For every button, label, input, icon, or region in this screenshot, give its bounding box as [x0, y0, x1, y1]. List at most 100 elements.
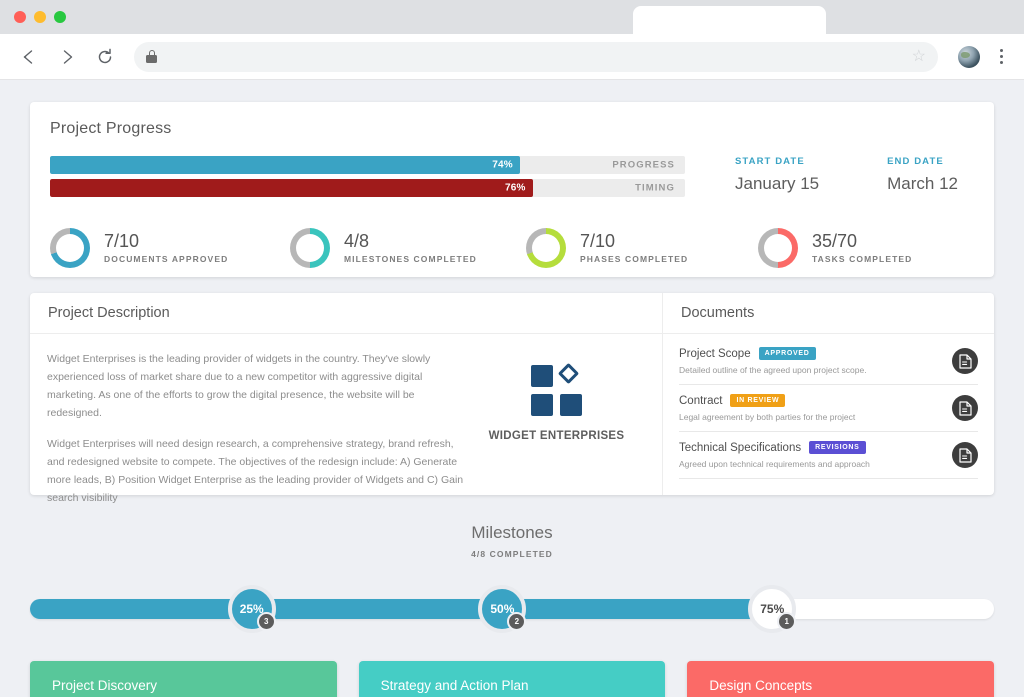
phases-completed-label: PHASES COMPLETED — [580, 254, 688, 264]
milestones-fill — [30, 599, 782, 619]
minimize-window-button[interactable] — [34, 11, 46, 23]
browser-tab[interactable] — [633, 6, 826, 34]
milestones-progress-bar: 25% 3 50% 2 75% 1 — [30, 585, 994, 639]
description-header: Project Description — [30, 293, 662, 334]
stat-documents-approved: 7/10 DOCUMENTS APPROVED — [50, 228, 290, 268]
reload-icon[interactable] — [88, 40, 122, 74]
document-icon[interactable] — [952, 348, 978, 374]
close-window-button[interactable] — [14, 11, 26, 23]
description-documents-card: Project Description Widget Enterprises i… — [30, 293, 994, 495]
document-description: Agreed upon technical requirements and a… — [679, 459, 952, 469]
kebab-menu-icon[interactable] — [990, 49, 1012, 64]
document-title: Project Scope — [679, 348, 751, 360]
timing-bar-row: 76% TIMING — [50, 179, 685, 197]
end-date-block: END DATE March 12 — [887, 156, 958, 202]
address-bar[interactable]: ☆ — [134, 42, 938, 72]
list-item[interactable]: Contract IN REVIEW Legal agreement by bo… — [679, 385, 978, 432]
description-paragraph: Widget Enterprises is the leading provid… — [47, 350, 467, 422]
browser-window: ☆ Project Progress 74% PROGRESS — [0, 0, 1024, 697]
phases-completed-value: 7/10 — [580, 232, 688, 251]
milestone-node-50[interactable]: 50% 2 — [478, 585, 526, 633]
documents-approved-ring — [50, 228, 90, 268]
timing-bar-fill: 76% — [50, 179, 533, 197]
project-description-panel: Project Description Widget Enterprises i… — [30, 293, 663, 495]
progress-bar-percent: 74% — [492, 160, 513, 171]
document-icon[interactable] — [952, 395, 978, 421]
milestone-node-75[interactable]: 75% 1 — [748, 585, 796, 633]
document-title: Contract — [679, 395, 722, 407]
description-text: Widget Enterprises is the leading provid… — [47, 350, 467, 507]
phase-card-design-concepts[interactable]: Design Concepts — [687, 661, 994, 697]
document-icon[interactable] — [952, 442, 978, 468]
timing-bar-label: TIMING — [635, 183, 675, 194]
tasks-completed-value: 35/70 — [812, 232, 912, 251]
star-icon[interactable]: ☆ — [912, 49, 926, 65]
phase-card-strategy-action-plan[interactable]: Strategy and Action Plan — [359, 661, 666, 697]
page-title: Project Progress — [50, 120, 974, 138]
list-item[interactable]: Project Scope APPROVED Detailed outline … — [679, 338, 978, 385]
timing-bar-percent: 76% — [505, 183, 526, 194]
back-arrow-icon[interactable] — [12, 40, 46, 74]
phase-label: Project Discovery — [52, 678, 157, 693]
lock-icon — [146, 50, 157, 63]
end-date-label: END DATE — [887, 156, 958, 167]
progress-bars: 74% PROGRESS 76% TIMING — [50, 156, 685, 202]
tasks-completed-label: TASKS COMPLETED — [812, 254, 912, 264]
stat-milestones-completed: 4/8 MILESTONES COMPLETED — [290, 228, 526, 268]
milestones-completed-ring — [290, 228, 330, 268]
progress-bar-label: PROGRESS — [612, 160, 675, 171]
project-progress-card: Project Progress 74% PROGRESS — [30, 102, 994, 277]
window-controls — [0, 11, 66, 23]
progress-bar-row: 74% PROGRESS — [50, 156, 685, 174]
phase-cards: Project Discovery Strategy and Action Pl… — [30, 661, 994, 697]
documents-panel: Documents Project Scope APPROVED Detaile… — [663, 293, 994, 495]
documents-list: Project Scope APPROVED Detailed outline … — [663, 334, 994, 479]
documents-title: Documents — [681, 305, 754, 321]
page-content: Project Progress 74% PROGRESS — [0, 80, 1024, 697]
progress-bar-fill: 74% — [50, 156, 520, 174]
milestones-subtitle: 4/8 COMPLETED — [0, 549, 1024, 559]
forward-arrow-icon[interactable] — [50, 40, 84, 74]
widget-enterprises-logo — [531, 365, 583, 417]
milestones-completed-label: MILESTONES COMPLETED — [344, 254, 477, 264]
company-name: WIDGET ENTERPRISES — [489, 430, 625, 442]
milestone-count-badge: 1 — [777, 612, 796, 631]
milestone-count-badge: 3 — [257, 612, 276, 631]
milestone-count-badge: 2 — [507, 612, 526, 631]
profile-avatar[interactable] — [958, 46, 980, 68]
status-badge: REVISIONS — [809, 441, 865, 454]
documents-approved-value: 7/10 — [104, 232, 228, 251]
milestones-completed-value: 4/8 — [344, 232, 477, 251]
stats-row: 7/10 DOCUMENTS APPROVED 4/8 MILESTONES C… — [50, 228, 974, 268]
stat-tasks-completed: 35/70 TASKS COMPLETED — [758, 228, 912, 268]
phase-label: Strategy and Action Plan — [381, 678, 529, 693]
maximize-window-button[interactable] — [54, 11, 66, 23]
milestones-title: Milestones — [0, 523, 1024, 543]
document-description: Detailed outline of the agreed upon proj… — [679, 365, 952, 375]
documents-approved-label: DOCUMENTS APPROVED — [104, 254, 228, 264]
milestones-header: Milestones 4/8 COMPLETED — [0, 523, 1024, 559]
status-badge: IN REVIEW — [730, 394, 785, 407]
description-paragraph: Widget Enterprises will need design rese… — [47, 435, 467, 507]
end-date-value: March 12 — [887, 174, 958, 194]
timing-bar-track: 76% TIMING — [50, 179, 685, 197]
browser-toolbar: ☆ — [0, 34, 1024, 80]
browser-tabstrip — [0, 0, 1024, 34]
description-title: Project Description — [48, 305, 170, 321]
phases-completed-ring — [526, 228, 566, 268]
start-date-value: January 15 — [735, 174, 819, 194]
tasks-completed-ring — [758, 228, 798, 268]
start-date-block: START DATE January 15 — [735, 156, 819, 202]
milestone-node-25[interactable]: 25% 3 — [228, 585, 276, 633]
document-description: Legal agreement by both parties for the … — [679, 412, 952, 422]
project-dates: START DATE January 15 END DATE March 12 — [685, 156, 958, 202]
progress-bar-track: 74% PROGRESS — [50, 156, 685, 174]
document-title: Technical Specifications — [679, 442, 801, 454]
phase-label: Design Concepts — [709, 678, 812, 693]
stat-phases-completed: 7/10 PHASES COMPLETED — [526, 228, 758, 268]
documents-header: Documents — [663, 293, 994, 334]
list-item[interactable]: Technical Specifications REVISIONS Agree… — [679, 432, 978, 479]
company-logo-block: WIDGET ENTERPRISES — [467, 350, 646, 507]
phase-card-project-discovery[interactable]: Project Discovery — [30, 661, 337, 697]
status-badge: APPROVED — [759, 347, 816, 360]
